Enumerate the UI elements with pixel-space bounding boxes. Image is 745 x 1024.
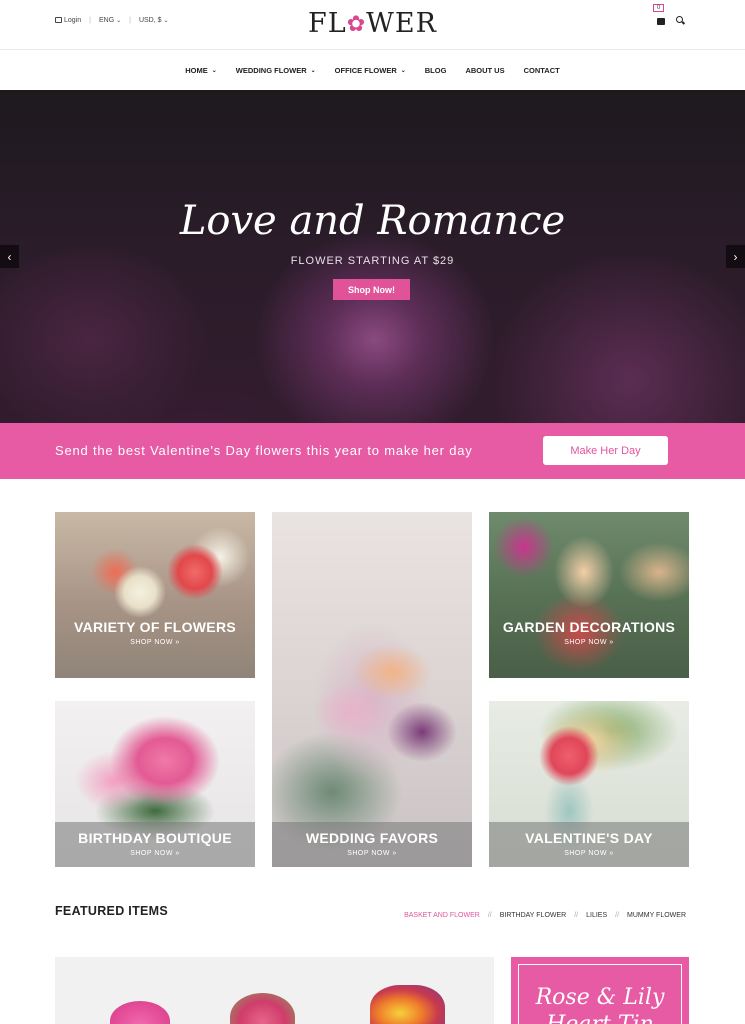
tile-title: GARDEN DECORATIONS xyxy=(502,619,676,635)
nav-item-home[interactable]: HOME ⌄ xyxy=(185,66,217,75)
product-image[interactable] xyxy=(370,985,445,1024)
cart-count-badge: 0 xyxy=(653,4,665,12)
tab-separator: // xyxy=(487,912,492,919)
banner-title: Rose & Lily xyxy=(535,985,665,1010)
tile-title: VALENTINE'S DAY xyxy=(525,830,653,846)
nav-item-blog[interactable]: BLOG xyxy=(425,66,447,75)
category-tile-valentines[interactable]: VALENTINE'S DAY SHOP NOW » xyxy=(489,701,689,867)
shopping-bag-icon xyxy=(657,18,665,25)
nav-label: WEDDING FLOWER xyxy=(235,66,307,75)
chevron-down-icon: ⌄ xyxy=(400,68,406,74)
slider-next-arrow-icon[interactable]: › xyxy=(726,245,745,268)
tile-title: BIRTHDAY BOUTIQUE xyxy=(78,830,232,846)
shop-now-link[interactable]: SHOP NOW » xyxy=(55,639,255,646)
logo-text-end: WER xyxy=(366,8,437,39)
featured-products-strip xyxy=(55,957,494,1024)
product-image[interactable] xyxy=(230,993,295,1024)
make-her-day-button[interactable]: Make Her Day xyxy=(543,436,668,465)
shop-now-link[interactable]: SHOP NOW » xyxy=(272,850,472,857)
nav-label: BLOG xyxy=(424,66,447,75)
hero-subtitle: FLOWER STARTING AT $29 xyxy=(290,255,455,267)
tab-separator: // xyxy=(615,912,620,919)
nav-label: OFFICE FLOWER xyxy=(334,66,397,75)
tile-caption: VALENTINE'S DAY SHOP NOW » xyxy=(489,822,689,867)
shop-now-link[interactable]: SHOP NOW » xyxy=(55,850,255,857)
promo-side-banner[interactable]: Rose & Lily Heart Tin xyxy=(511,957,689,1024)
shop-now-link[interactable]: SHOP NOW » xyxy=(489,639,689,646)
tile-caption: BIRTHDAY BOUTIQUE SHOP NOW » xyxy=(55,822,255,867)
shop-now-link[interactable]: SHOP NOW » xyxy=(489,850,689,857)
tab-separator: // xyxy=(574,912,579,919)
logo-text-start: FL xyxy=(308,8,347,39)
tile-caption: VARIETY OF FLOWERS SHOP NOW » xyxy=(55,611,255,656)
product-image[interactable] xyxy=(110,1001,170,1024)
search-icon[interactable] xyxy=(676,15,685,25)
shop-now-button[interactable]: Shop Now! xyxy=(333,279,410,300)
nav-item-office-flower[interactable]: OFFICE FLOWER ⌄ xyxy=(335,66,406,75)
top-bar: Login | ENG ⌄ | USD, $ ⌄ FL✿WER 0 xyxy=(0,0,745,50)
category-tile-wedding[interactable]: WEDDING FAVORS SHOP NOW » xyxy=(272,512,472,867)
tab-birthday-flower[interactable]: BIRTHDAY FLOWER xyxy=(500,912,567,919)
featured-items-heading: FEATURED ITEMS xyxy=(55,904,168,918)
tab-mummy-flower[interactable]: MUMMY FLOWER xyxy=(627,912,686,919)
nav-label: HOME xyxy=(185,66,208,75)
category-tile-garden[interactable]: GARDEN DECORATIONS SHOP NOW » xyxy=(489,512,689,678)
tile-caption: GARDEN DECORATIONS SHOP NOW » xyxy=(489,611,689,656)
tab-lilies[interactable]: LILIES xyxy=(586,912,607,919)
flower-logo-icon: ✿ xyxy=(346,12,367,37)
tile-title: WEDDING FAVORS xyxy=(305,830,439,846)
top-right-actions: 0 xyxy=(653,4,685,26)
promo-banner: Send the best Valentine's Day flowers th… xyxy=(0,423,745,479)
main-nav: HOME ⌄ WEDDING FLOWER ⌄ OFFICE FLOWER ⌄ BLO… xyxy=(0,51,745,90)
cart-button[interactable]: 0 xyxy=(653,4,666,26)
nav-item-wedding-flower[interactable]: WEDDING FLOWER ⌄ xyxy=(236,66,316,75)
nav-label: ABOUT US xyxy=(465,66,505,75)
category-tile-birthday[interactable]: BIRTHDAY BOUTIQUE SHOP NOW » xyxy=(55,701,255,867)
nav-label: CONTACT xyxy=(523,66,560,75)
banner-subtitle: Heart Tin xyxy=(519,1012,681,1024)
hero-title: Love and Romance xyxy=(179,198,566,244)
category-tile-variety[interactable]: VARIETY OF FLOWERS SHOP NOW » xyxy=(55,512,255,678)
promo-text: Send the best Valentine's Day flowers th… xyxy=(55,443,473,458)
featured-tabs: BASKET AND FLOWER // BIRTHDAY FLOWER // … xyxy=(404,912,686,919)
tile-title: VARIETY OF FLOWERS xyxy=(74,619,236,635)
tab-basket-and-flower[interactable]: BASKET AND FLOWER xyxy=(404,912,480,919)
nav-item-contact[interactable]: CONTACT xyxy=(524,66,560,75)
tile-caption: WEDDING FAVORS SHOP NOW » xyxy=(272,822,472,867)
banner-frame: Rose & Lily Heart Tin xyxy=(518,964,682,1024)
chevron-down-icon: ⌄ xyxy=(211,68,217,74)
hero-slider: Love and Romance FLOWER STARTING AT $29 … xyxy=(0,90,745,423)
chevron-down-icon: ⌄ xyxy=(310,68,316,74)
nav-item-about-us[interactable]: ABOUT US xyxy=(465,66,504,75)
slider-prev-arrow-icon[interactable]: ‹ xyxy=(0,245,19,268)
site-logo[interactable]: FL✿WER xyxy=(0,8,745,39)
